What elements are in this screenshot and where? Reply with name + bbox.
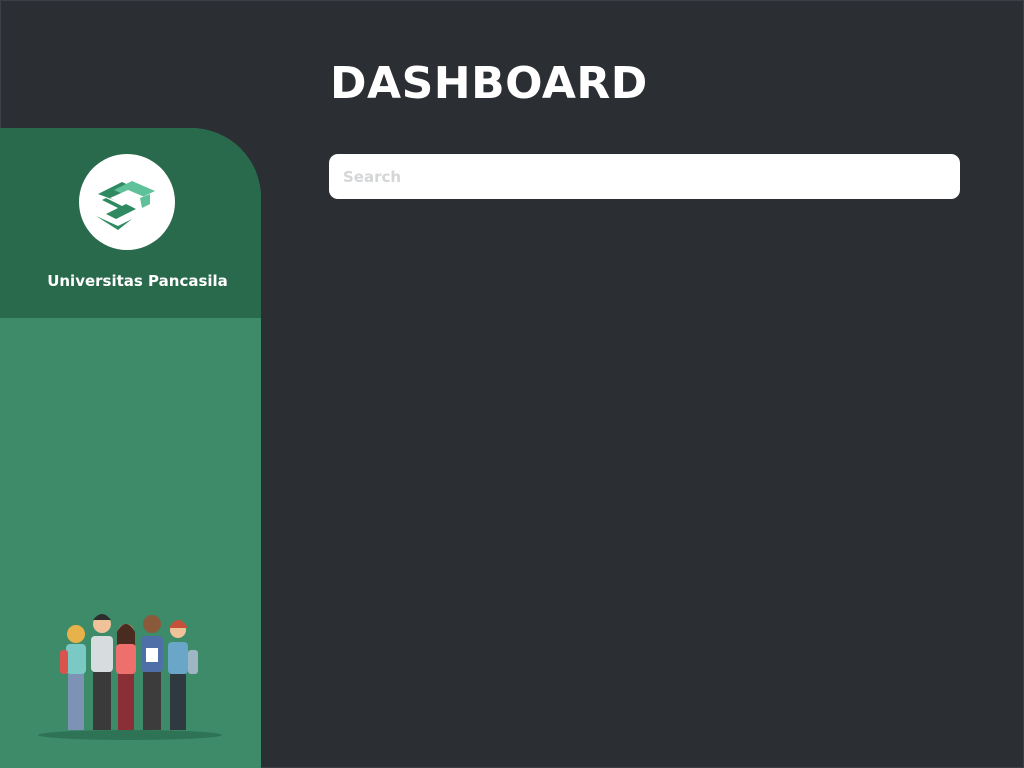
university-name: Universitas Pancasila xyxy=(47,272,228,290)
students-illustration xyxy=(38,614,222,740)
sidebar: Universitas Pancasila xyxy=(0,128,261,768)
page-title: DASHBOARD xyxy=(330,58,648,109)
search-input[interactable] xyxy=(329,154,960,199)
sidebar-header: Universitas Pancasila xyxy=(0,128,261,318)
university-logo-icon xyxy=(79,154,175,250)
